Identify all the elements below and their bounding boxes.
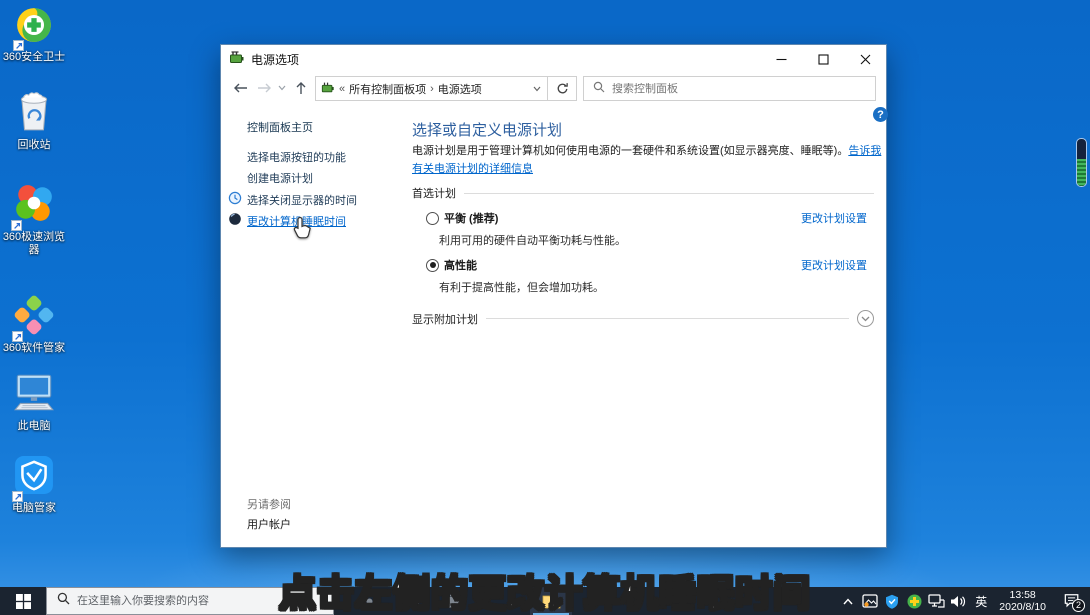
notification-center-button[interactable]: 2 (1054, 587, 1090, 615)
radio-high-performance[interactable] (426, 258, 439, 272)
plan-desc-high-performance: 有利于提高性能，但会增加功耗。 (439, 282, 604, 294)
search-input[interactable] (612, 82, 875, 95)
sleep-moon-icon (228, 212, 242, 226)
360-safety-icon (13, 6, 53, 51)
see-also-user-accounts-link[interactable]: 用户帐户 (247, 516, 291, 532)
battery-level-widget (1076, 138, 1087, 187)
breadcrumb-current[interactable]: 电源选项 (438, 81, 482, 97)
plan-name-balanced[interactable]: 平衡 (推荐) (444, 210, 498, 226)
tray-clock[interactable]: 13:58 2020/8/10 (993, 589, 1054, 613)
title-bar[interactable]: 电源选项 (221, 45, 886, 73)
desktop: 360安全卫士 回收站 360极速浏览器 360软件管家 此电脑 电脑管家 电源… (0, 0, 1090, 615)
desktop-icon-360-safety[interactable]: 360安全卫士 (1, 6, 67, 64)
maximize-button[interactable] (802, 45, 844, 73)
shortcut-arrow-icon (12, 491, 23, 502)
tray-360-icon[interactable] (903, 587, 925, 615)
section-divider (486, 318, 849, 319)
shortcut-arrow-icon (11, 220, 22, 231)
sidebar-item-create-power-plan[interactable]: 创建电源计划 (247, 170, 313, 186)
navigation-bar: « 所有控制面板项 › 电源选项 (221, 73, 886, 103)
sidebar-item-control-panel-home[interactable]: 控制面板主页 (247, 119, 313, 135)
system-tray: 英 13:58 2020/8/10 2 (837, 587, 1090, 615)
plan-row-balanced: 平衡 (推荐) 更改计划设置 (426, 211, 867, 225)
tray-pc-manager-shield-icon[interactable] (881, 587, 903, 615)
tray-screenshot-icon[interactable] (859, 587, 881, 615)
radio-balanced[interactable] (426, 211, 439, 225)
help-button[interactable]: ? (873, 107, 888, 122)
additional-plans-section: 显示附加计划 (412, 310, 874, 327)
search-icon (57, 592, 70, 610)
desktop-icon-pc-manager[interactable]: 电脑管家 (1, 455, 67, 515)
change-plan-settings-link-balanced[interactable]: 更改计划设置 (801, 210, 867, 226)
this-pc-icon (11, 373, 57, 418)
tray-volume-icon[interactable] (947, 587, 969, 615)
change-plan-settings-link-high-performance[interactable]: 更改计划设置 (801, 257, 867, 273)
360-software-manager-icon (12, 295, 54, 342)
tray-date: 2020/8/10 (999, 601, 1046, 613)
minimize-button[interactable] (760, 45, 802, 73)
control-panel-search[interactable] (583, 76, 876, 101)
power-options-window: 电源选项 « 所有控制面板项 › 电源选项 搜索控制面板 控制面板主页 选择电源… (220, 44, 888, 548)
display-off-time-icon (228, 191, 242, 205)
shortcut-arrow-icon (12, 331, 23, 342)
page-title: 选择或自定义电源计划 (412, 122, 563, 139)
desktop-icon-recycle-bin[interactable]: 回收站 (1, 90, 67, 152)
sidebar-item-change-computer-sleep-time[interactable]: 更改计算机睡眠时间 (247, 213, 346, 229)
desktop-icon-label: 360安全卫士 (2, 51, 66, 63)
desktop-icon-label: 此电脑 (17, 420, 51, 432)
tutorial-caption: 点击左侧的更改计算机睡眠时间 (278, 572, 811, 615)
breadcrumb-separator-icon: › (430, 82, 434, 95)
desktop-icon-label: 回收站 (17, 139, 51, 151)
sidebar-item-choose-display-off-time[interactable]: 选择关闭显示器的时间 (247, 192, 357, 208)
shortcut-arrow-icon (13, 40, 24, 51)
tray-network-icon[interactable] (925, 587, 947, 615)
description-text: 电源计划是用于管理计算机如何使用电源的一套硬件和系统设置(如显示器亮度、睡眠等)… (412, 145, 849, 157)
breadcrumb-app-icon (321, 80, 335, 97)
search-icon (593, 80, 605, 98)
section-divider (464, 192, 874, 194)
power-options-app-icon (229, 49, 245, 70)
desktop-icon-360-software[interactable]: 360软件管家 (1, 295, 67, 355)
breadcrumb-overflow[interactable]: « (339, 83, 345, 95)
pc-manager-icon (12, 455, 54, 502)
sidebar-item-power-button-function[interactable]: 选择电源按钮的功能 (247, 149, 346, 165)
additional-plans-label: 显示附加计划 (412, 313, 478, 326)
breadcrumb-root[interactable]: 所有控制面板项 (349, 81, 426, 97)
recycle-bin-icon (16, 90, 52, 137)
tray-chevron-up-icon[interactable] (837, 587, 859, 615)
up-button[interactable] (289, 76, 312, 100)
page-description: 电源计划是用于管理计算机如何使用电源的一套硬件和系统设置(如显示器亮度、睡眠等)… (412, 142, 884, 178)
desktop-icon-label: 360软件管家 (2, 342, 66, 354)
forward-button[interactable] (253, 76, 276, 100)
notification-badge: 2 (1072, 599, 1085, 612)
back-button[interactable] (229, 76, 252, 100)
show-additional-plans-expander[interactable] (857, 310, 874, 327)
preferred-plans-section: 首选计划 (412, 185, 874, 201)
plan-row-high-performance: 高性能 更改计划设置 (426, 258, 867, 272)
plan-desc-balanced: 利用可用的硬件自动平衡功耗与性能。 (439, 235, 626, 247)
360-browser-icon (11, 182, 55, 231)
desktop-icon-label: 电脑管家 (12, 502, 56, 514)
tray-language-indicator[interactable]: 英 (969, 593, 993, 610)
preferred-plans-label: 首选计划 (412, 188, 456, 200)
breadcrumb-dropdown-icon[interactable] (527, 83, 547, 95)
plan-name-high-performance[interactable]: 高性能 (444, 257, 477, 273)
desktop-icon-this-pc[interactable]: 此电脑 (1, 373, 67, 433)
close-button[interactable] (844, 45, 886, 73)
window-title: 电源选项 (251, 52, 300, 67)
breadcrumb[interactable]: « 所有控制面板项 › 电源选项 (315, 76, 548, 101)
tray-time: 13:58 (1009, 589, 1036, 601)
start-button[interactable] (0, 587, 46, 615)
refresh-button[interactable] (548, 76, 577, 101)
recent-pages-chevron-icon[interactable] (275, 76, 289, 100)
desktop-icon-360-browser[interactable]: 360极速浏览器 (1, 182, 67, 257)
see-also-heading: 另请参阅 (247, 499, 291, 511)
desktop-icon-label: 360极速浏览器 (2, 231, 66, 256)
